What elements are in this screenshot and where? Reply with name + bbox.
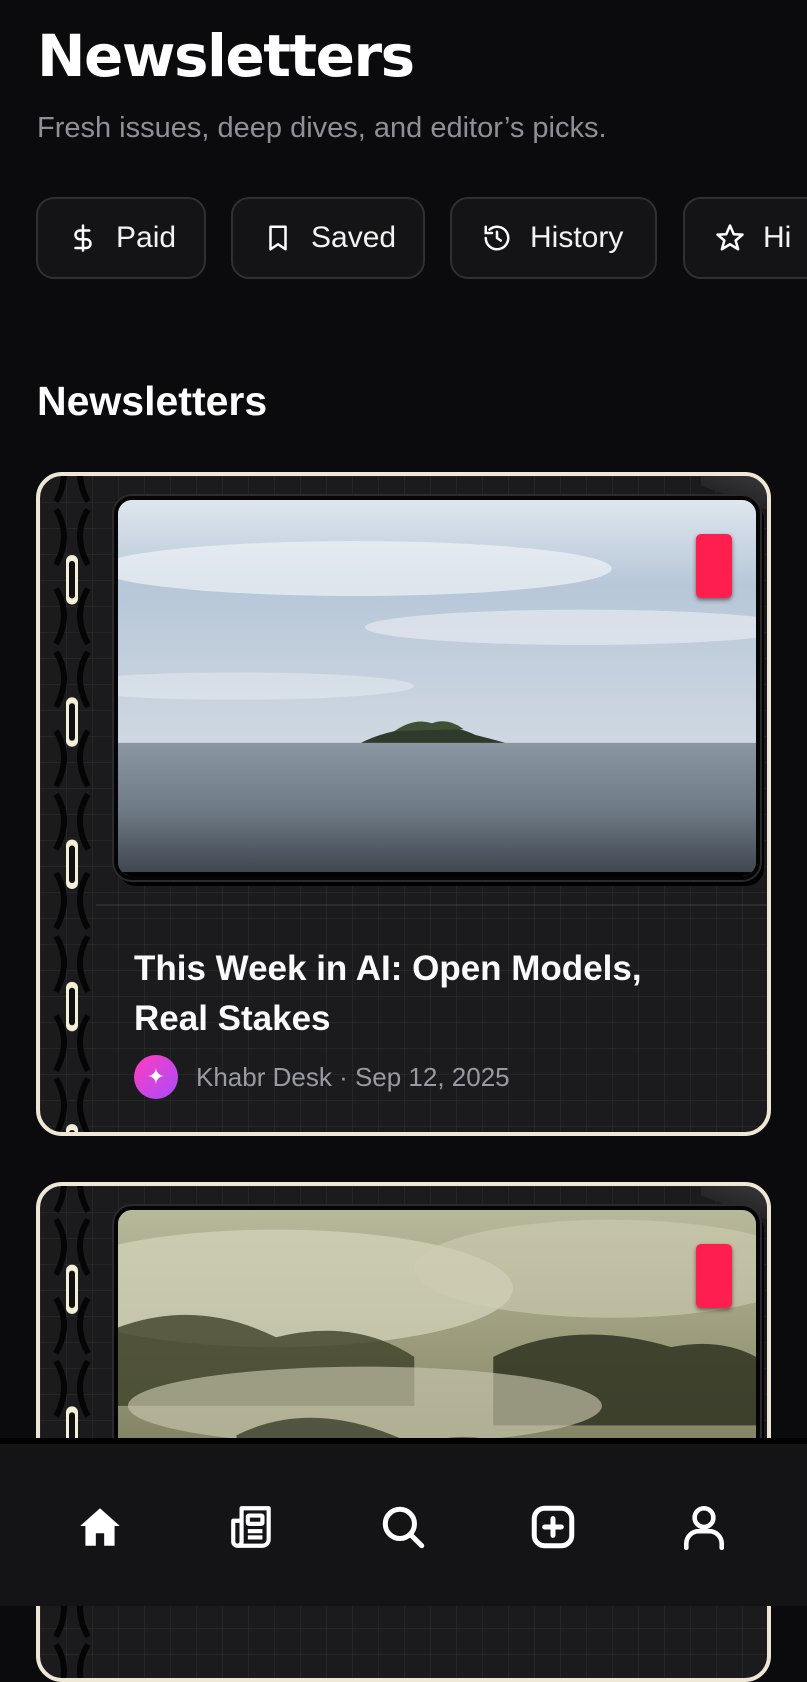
film-strip-decoration [46,476,98,1132]
nav-newsletters[interactable] [207,1482,297,1572]
section-title: Newsletters [37,378,268,424]
chip-saved[interactable]: Saved [231,197,425,279]
newsletter-card[interactable]: This Week in AI: Open Models, Real Stake… [36,472,771,1136]
cover-image [114,496,760,880]
chip-highlights[interactable]: Hi [683,197,807,279]
nav-profile[interactable] [659,1482,749,1572]
card-meta: ✦ Khabr Desk · Sep 12, 2025 [134,1054,510,1100]
avatar: ✦ [134,1055,178,1099]
author-date: Khabr Desk · Sep 12, 2025 [196,1061,510,1092]
newsletter-card[interactable] [36,1182,771,1682]
bookmark-icon [269,225,287,251]
bottom-nav [0,1438,807,1606]
chip-label: Hi [763,221,792,254]
page-subtitle: Fresh issues, deep dives, and editor’s p… [37,112,607,144]
nav-search[interactable] [358,1482,448,1572]
nav-home[interactable] [55,1482,145,1572]
history-icon [484,225,510,251]
page-title: Newsletters [37,22,415,90]
chip-label: Saved [311,221,397,254]
profile-icon [684,1505,724,1551]
chip-label: Paid [116,221,177,254]
card-title: This Week in AI: Open Models, Real Stake… [134,949,642,1038]
chip-paid[interactable]: Paid [36,197,206,279]
star-icon [716,224,744,251]
filter-chips: Paid Saved History Hi [36,197,807,283]
nav-create[interactable] [508,1482,598,1572]
bookmark-tag[interactable] [696,534,732,598]
chip-history[interactable]: History [450,197,657,279]
newspaper-icon [231,1506,271,1548]
bookmark-tag[interactable] [696,1244,732,1308]
dollar-icon [74,224,92,252]
home-icon [80,1508,120,1546]
add-icon [531,1505,575,1549]
search-icon [382,1506,425,1549]
card-divider [96,904,767,906]
chip-label: History [530,221,624,254]
